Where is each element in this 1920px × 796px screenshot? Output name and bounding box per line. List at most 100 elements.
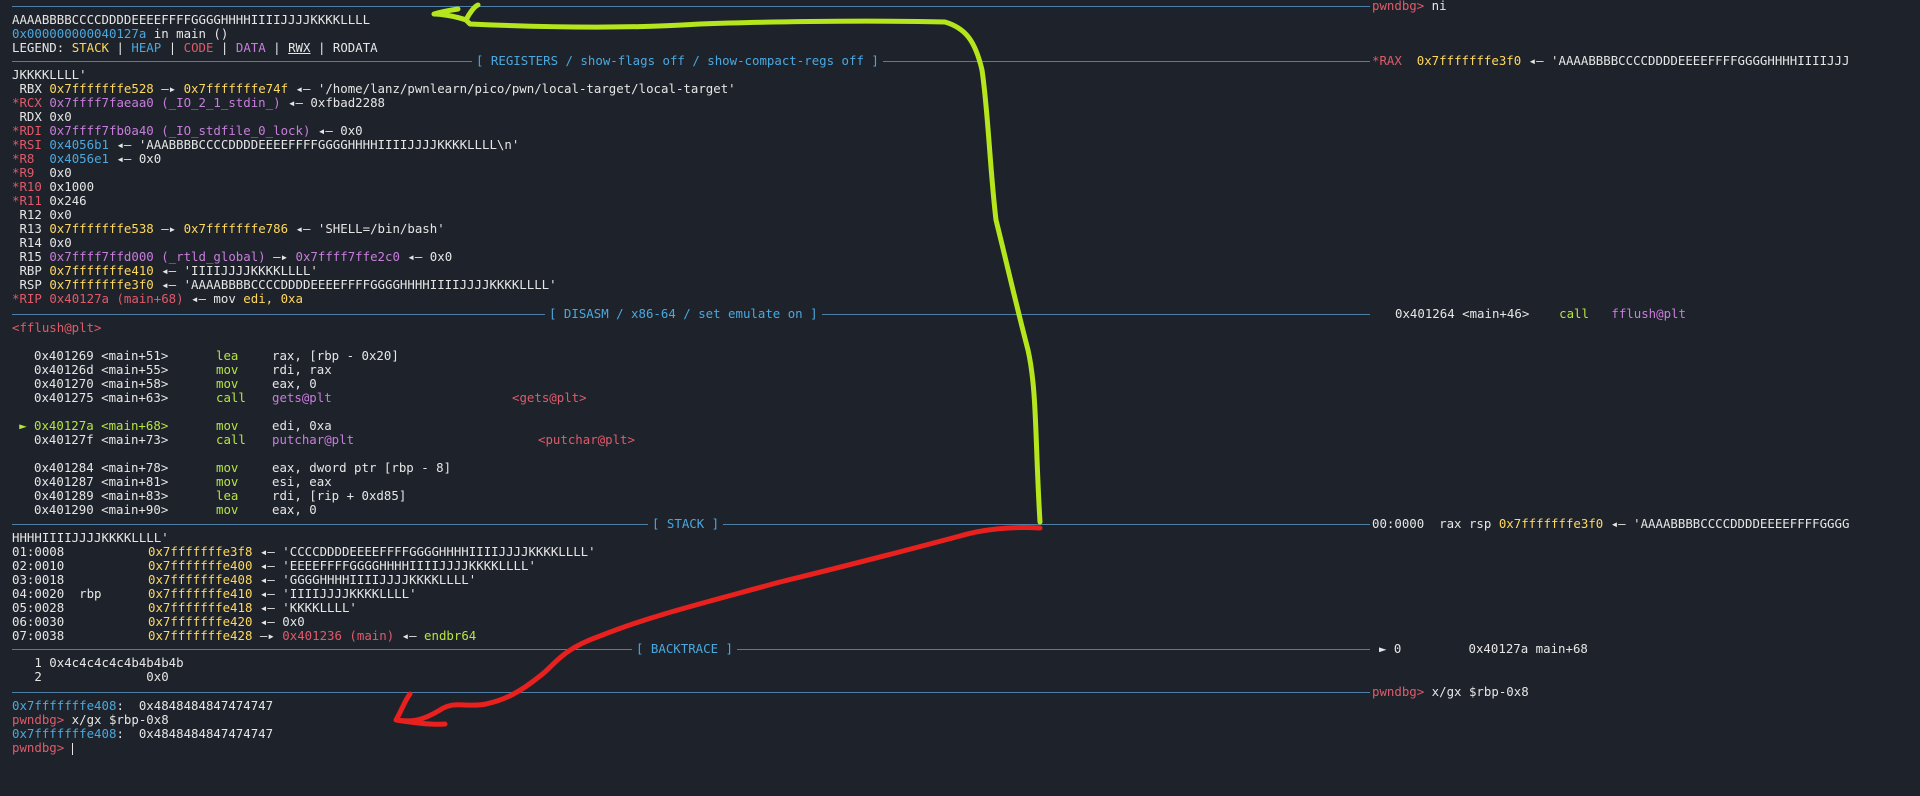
stack-idx: 00:0000 rax rsp (1372, 516, 1499, 531)
reg-rax-wrap: JKKKKLLLL' (12, 67, 87, 82)
disasm-addr: 0x401289 <main+83> (34, 488, 169, 503)
reg-value: 0x0 (49, 207, 72, 222)
register-row: *RSI 0x4056b1 ◂— 'AAABBBBCCCCDDDDEEEEFFF… (12, 138, 519, 152)
command: ni (1424, 0, 1447, 13)
reg-name: *RAX (1372, 53, 1402, 68)
disasm-operand: eax, dword ptr [rbp - 8] (272, 460, 452, 475)
reg-deref-val: ◂— 0x0 (399, 249, 453, 264)
reg-deref-val: ◂— 'SHELL=/bin/bash' (288, 221, 445, 236)
reg-value: 0x0 (49, 109, 72, 124)
register-row: R15 0x7ffff7ffd000 (_rtld_global) —▸ 0x7… (12, 250, 452, 264)
disasm-addr: 0x401275 <main+63> (34, 390, 169, 405)
reg-value: 0x40127a (main+68) (49, 291, 184, 306)
register-row: *RCX 0x7ffff7faeaa0 (_IO_2_1_stdin_) ◂— … (12, 96, 385, 110)
reg-addr: 0x7fffffffe3f0 (1416, 53, 1522, 68)
reg-value: 0x7fffffffe528 (49, 81, 154, 96)
reg-name: R13 (12, 221, 50, 236)
register-row: R14 0x0 (12, 235, 71, 250)
stack-val: ◂— 'AAAABBBBCCCCDDDDEEEEFFFFGGGG (1603, 516, 1850, 531)
reg-name: *RDI (12, 123, 50, 138)
reg-name: RBX (12, 81, 50, 96)
legend-code: CODE (183, 40, 214, 55)
disasm-row: ► 0x40127a <main+68> mov edi, 0xa (12, 418, 332, 433)
location-line: 0x000000000040127a in main () (12, 27, 228, 41)
registers-header: [ REGISTERS / show-flags off / show-comp… (472, 54, 883, 68)
reg-name: *R9 (12, 165, 50, 180)
reg-name: *R11 (12, 193, 50, 208)
register-row: *RDI 0x7ffff7fb0a40 (_IO_stdfile_0_lock)… (12, 124, 363, 138)
backtrace-header: [ BACKTRACE ] (632, 642, 737, 656)
reg-name: *RIP (12, 291, 50, 306)
disasm-operand: rdi, [rip + 0xd85] (272, 488, 407, 503)
backtrace-row: 1 0x4c4c4c4c4b4b4b4b (12, 655, 184, 670)
reg-value: 0x7ffff7ffd000 (_rtld_global) (49, 249, 266, 264)
reg-name: *R10 (12, 179, 50, 194)
stack-idx: 01:0008 (12, 544, 109, 559)
disasm-operand: eax, 0 (272, 376, 317, 391)
input-echo: AAAABBBBCCCCDDDDEEEEFFFFGGGGHHHHIIIIJJJJ… (12, 12, 371, 27)
console-input-line[interactable]: pwndbg> (12, 741, 73, 755)
stack-row: 06:0030 0x7fffffffe420 ◂— 0x0 (12, 615, 305, 629)
console-prompt-right[interactable]: pwndbg> x/gx $rbp-0x8 (1372, 685, 1529, 699)
stack-addr: 0x7fffffffe408 (148, 572, 253, 587)
disasm-row: 0x401287 <main+81> mov esi, eax (12, 475, 332, 489)
reg-name: R15 (12, 249, 50, 264)
stack-val: ◂— 'EEEEFFFFGGGGHHHHIIIIJJJJKKKKLLLL' (252, 558, 536, 573)
disasm-addr: 0x40127a <main+68> (34, 418, 169, 433)
reg-value: 0x246 (49, 193, 87, 208)
command: x/gx $rbp-0x8 (64, 712, 169, 727)
register-row: RDX 0x0 (12, 109, 72, 124)
reg-deref-val: ◂— '/home/lanz/pwnlearn/pico/pwn/local-t… (288, 81, 736, 96)
legend-stack: STACK (71, 40, 109, 55)
console-output: 0x7fffffffe408: 0x4848484847474747 (12, 727, 273, 741)
reg-arrow: ◂— 'IIIIJJJJKKKKLLLL' (153, 263, 318, 278)
reg-name: R12 (12, 207, 50, 222)
legend-rwx: RWX (288, 40, 311, 55)
stack-val: ◂— 'CCCCDDDDEEEEFFFFGGGGHHHHIIIIJJJJKKKK… (252, 544, 596, 559)
disasm-row: 0x40126d <main+55> mov rdi, rax (12, 363, 332, 377)
reg-val: ◂— 'AAAABBBBCCCCDDDDEEEEFFFFGGGGHHHHIIII… (1521, 53, 1850, 68)
disasm-mnemonic: lea (216, 348, 239, 363)
disasm-operand: fflush@plt (1611, 306, 1686, 321)
stack-addr: 0x7fffffffe400 (148, 558, 253, 573)
reg-value: 0x0 (49, 165, 72, 180)
stack-addr: 0x7fffffffe3f8 (148, 544, 253, 559)
disasm-operand: putchar@plt (272, 432, 355, 447)
stack-row: 03:0018 0x7fffffffe408 ◂— 'GGGGHHHHIIIIJ… (12, 573, 476, 587)
reg-arrow: ◂— 'AAAABBBBCCCCDDDDEEEEFFFFGGGGHHHHIIII… (153, 277, 557, 292)
reg-deref: 0x7fffffffe786 (183, 221, 289, 236)
disasm-operand: edi, 0xa (272, 418, 332, 433)
stack-header: [ STACK ] (648, 517, 724, 531)
disasm-addr: 0x401287 <main+81> (34, 474, 169, 489)
separator (12, 6, 1370, 7)
disasm-first: 0x401264 <main+46> call fflush@plt (1395, 307, 1686, 321)
reg-deref: 0x7ffff7ffe2c0 (295, 249, 400, 264)
console-val: : 0x4848484847474747 (116, 698, 274, 713)
reg-name: R14 (12, 235, 50, 250)
reg-value: 0x7fffffffe410 (49, 263, 154, 278)
disasm-header: [ DISASM / x86-64 / set emulate on ] (545, 307, 822, 321)
prompt: pwndbg> (1372, 0, 1425, 13)
stack-idx: 07:0038 (12, 628, 109, 643)
reg-name: *RSI (12, 137, 50, 152)
disasm-addr: 0x401264 <main+46> (1395, 306, 1530, 321)
console-addr: 0x7fffffffe408 (12, 726, 117, 741)
legend-sep: | (310, 40, 333, 55)
disasm-addr: 0x401290 <main+90> (34, 502, 169, 517)
reg-arrow: ◂— 0x0 (109, 151, 162, 166)
stack-addr: 0x7fffffffe3f0 (1498, 516, 1604, 531)
reg-name: *R8 (12, 151, 50, 166)
reg-value: 0x7ffff7faeaa0 (_IO_2_1_stdin_) (49, 95, 281, 110)
reg-arrow: ◂— mov (183, 291, 244, 306)
stack-val: —▸ (252, 628, 283, 643)
disasm-operand: gets@plt (272, 390, 332, 405)
disasm-row: 0x401289 <main+83> lea rdi, [rip + 0xd85] (12, 489, 406, 503)
stack-idx: 05:0028 (12, 600, 109, 615)
prompt-line-top[interactable]: pwndbg> ni (1372, 0, 1447, 13)
disasm-row: 0x401269 <main+51> lea rax, [rbp - 0x20] (12, 349, 399, 363)
reg-arrow: —▸ (153, 81, 184, 96)
legend-sep: | (109, 40, 132, 55)
disasm-addr: 0x401284 <main+78> (34, 460, 169, 475)
reg-value: 0x7fffffffe538 (49, 221, 154, 236)
disasm-mnemonic: lea (216, 488, 239, 503)
